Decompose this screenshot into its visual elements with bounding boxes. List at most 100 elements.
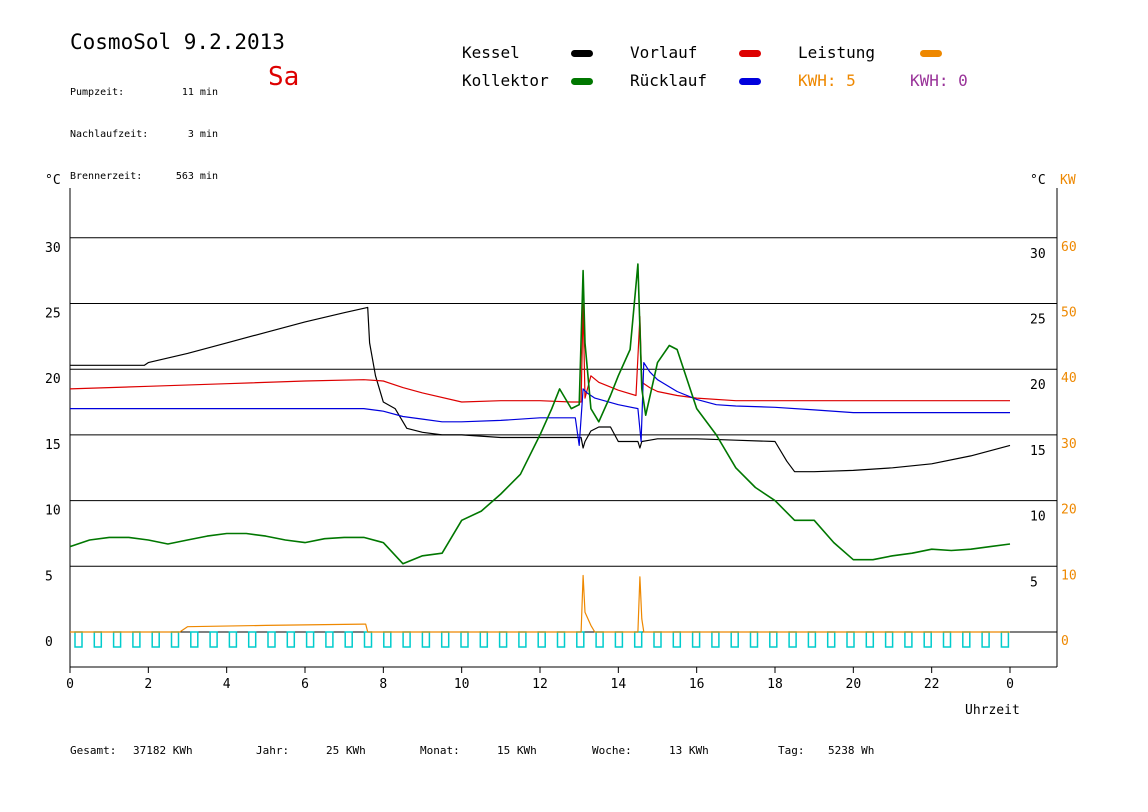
pump-marker: [286, 631, 296, 648]
pump-marker: [942, 631, 952, 648]
pump-marker: [962, 631, 971, 648]
series-line-kollektor: [69, 263, 1011, 565]
x-tick-label-5: 10: [454, 677, 470, 692]
pump-marker: [112, 631, 122, 648]
pump-marker: [460, 631, 469, 648]
x-tick-label-4: 8: [379, 677, 387, 692]
y-tick-label-kw-0: 0: [1061, 634, 1069, 649]
pump-marker: [170, 631, 180, 648]
pump-marker: [383, 631, 392, 648]
footer-jahr-label: Jahr:: [256, 744, 290, 757]
y-tick-label-right-15: 15: [1030, 444, 1046, 459]
y-axis-label-kw: KW: [1060, 173, 1076, 188]
footer-woche-value: 13 KWh: [669, 744, 709, 757]
pump-marker: [711, 631, 720, 648]
pump-marker: [884, 631, 894, 648]
pump-marker: [904, 631, 913, 648]
y-tick-label-kw-60: 60: [1061, 240, 1077, 255]
pump-marker: [363, 631, 373, 648]
y-tick-label-kw-50: 50: [1061, 306, 1077, 321]
pump-marker: [93, 631, 103, 648]
pump-marker: [923, 631, 932, 648]
x-tick-label-0: 0: [66, 677, 74, 692]
x-tick-label-1: 2: [144, 677, 152, 692]
pump-marker: [132, 631, 141, 648]
footer-jahr-value: 25 KWh: [326, 744, 366, 757]
footer-woche-label: Woche:: [592, 744, 632, 757]
x-tick-label-9: 18: [767, 677, 783, 692]
pump-marker: [305, 631, 315, 648]
grid-lines: [70, 237, 1057, 633]
y-tick-label-kw-20: 20: [1061, 503, 1077, 518]
pump-marker: [981, 631, 990, 648]
y-tick-label-left-25: 25: [45, 307, 61, 322]
y-axis-label-left: °C: [45, 173, 61, 188]
y-tick-label-kw-10: 10: [1061, 568, 1077, 583]
y-tick-label-right-5: 5: [1030, 575, 1038, 590]
pump-marker: [691, 631, 701, 648]
pump-marker: [826, 631, 836, 648]
pump-marker: [769, 631, 778, 648]
pump-marker: [730, 631, 739, 648]
footer-gesamt-label: Gesamt:: [70, 744, 117, 757]
pump-marker: [807, 631, 817, 648]
temperature-chart: 0 2 4 6 8 10 12 14 16 18 20 22 0 0 5 10 15 20 25 30 5 10 15 20 2…: [45, 173, 1077, 718]
pump-marker: [402, 631, 411, 648]
pump-marker: [440, 631, 450, 648]
pump-marker: [749, 631, 759, 648]
x-tick-label-6: 12: [532, 677, 548, 692]
x-tick-label-10: 20: [846, 677, 862, 692]
pump-marker: [190, 631, 199, 648]
pump-marker: [498, 631, 508, 648]
y-tick-label-left-30: 30: [45, 241, 61, 256]
pump-status-markers: [74, 631, 1010, 648]
pump-marker: [576, 631, 585, 648]
y-tick-label-left-20: 20: [45, 372, 61, 387]
axes: [69, 188, 1058, 673]
y-tick-label-left-10: 10: [45, 504, 61, 519]
series-lines: [69, 263, 1011, 633]
pump-marker: [537, 631, 546, 648]
y-axis-label-right: °C: [1030, 173, 1046, 188]
pump-marker: [788, 631, 797, 648]
x-axis-label: Uhrzeit: [965, 703, 1020, 718]
y-tick-label-right-10: 10: [1030, 510, 1046, 525]
x-tick-label-8: 16: [689, 677, 705, 692]
y-tick-label-left-15: 15: [45, 438, 61, 453]
x-tick-label-3: 6: [301, 677, 309, 692]
pump-marker: [633, 631, 643, 648]
y-tick-label-left-0: 0: [45, 635, 53, 650]
tick-labels: 0 2 4 6 8 10 12 14 16 18 20 22 0 0 5 10 15 20 25 30 5 10 15 20 2…: [45, 240, 1077, 692]
pump-marker: [1000, 631, 1010, 648]
series-line-vorlauf: [69, 302, 1010, 403]
footer-monat-value: 15 KWh: [497, 744, 537, 757]
y-tick-label-right-20: 20: [1030, 378, 1046, 393]
pump-marker: [479, 631, 489, 648]
pump-marker: [247, 631, 257, 648]
series-line-kessel: [70, 306, 1011, 473]
y-tick-label-left-5: 5: [45, 569, 53, 584]
y-tick-label-right-25: 25: [1030, 313, 1046, 328]
pump-marker: [325, 631, 334, 648]
pump-marker: [344, 631, 353, 648]
pump-marker: [74, 631, 83, 648]
pump-marker: [614, 631, 624, 648]
x-tick-label-12: 0: [1006, 677, 1014, 692]
y-tick-label-right-30: 30: [1030, 247, 1046, 262]
pump-marker: [846, 631, 855, 648]
pump-marker: [556, 631, 566, 648]
footer-gesamt-value: 37182 KWh: [133, 744, 193, 757]
pump-marker: [653, 631, 662, 648]
x-tick-label-7: 14: [611, 677, 627, 692]
pump-marker: [421, 631, 431, 648]
series-line-leistung: [70, 574, 1010, 633]
y-tick-label-kw-30: 30: [1061, 437, 1077, 452]
x-tick-label-11: 22: [924, 677, 940, 692]
pump-marker: [672, 631, 682, 648]
pump-marker: [595, 631, 604, 648]
pump-marker: [209, 631, 218, 648]
pump-marker: [151, 631, 160, 648]
pump-marker: [267, 631, 276, 648]
pump-marker: [518, 631, 527, 648]
x-tick-label-2: 4: [223, 677, 231, 692]
